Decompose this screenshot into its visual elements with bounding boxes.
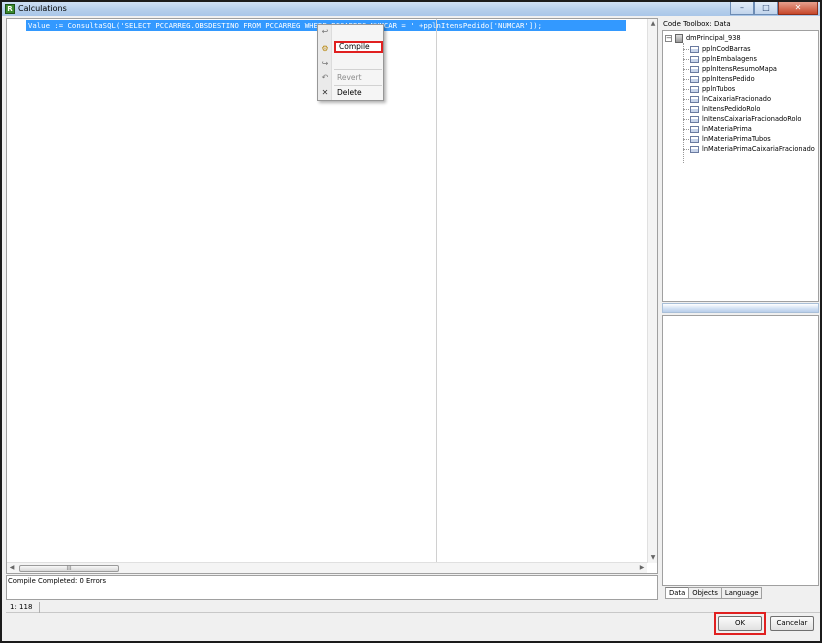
- table-icon: [690, 105, 699, 113]
- close-button[interactable]: ✕: [778, 2, 818, 15]
- cursor-position: 1: 118: [10, 602, 40, 613]
- tab-language[interactable]: Language: [720, 587, 763, 599]
- window-title: Calculations: [18, 4, 67, 13]
- menu-item-revert-label: Revert: [337, 73, 362, 82]
- undo-icon: ↩: [321, 27, 329, 36]
- tab-objects[interactable]: Objects: [688, 587, 722, 599]
- toolbox-tabs: Data Objects Language: [665, 587, 763, 599]
- table-icon: [690, 65, 699, 73]
- scroll-up-arrow-icon[interactable]: ▲: [649, 20, 657, 28]
- tree-item[interactable]: lnMateriaPrimaTubos: [683, 134, 771, 144]
- table-icon: [690, 135, 699, 143]
- tree-item[interactable]: lnMateriaPrimaCaixariaFracionado: [683, 144, 815, 154]
- status-bar: 1: 118: [6, 602, 820, 613]
- menu-separator: [334, 69, 382, 70]
- right-margin-line: [436, 19, 437, 563]
- toolbox-splitter[interactable]: [662, 303, 819, 313]
- cancel-button[interactable]: Cancelar: [770, 616, 814, 631]
- datamodule-icon: [675, 33, 683, 43]
- scroll-left-arrow-icon[interactable]: ◀: [8, 564, 16, 572]
- menu-separator: [334, 85, 382, 86]
- ok-button[interactable]: OK: [718, 616, 762, 631]
- table-icon: [690, 95, 699, 103]
- table-icon: [690, 45, 699, 53]
- title-bar: R Calculations – □ ✕: [2, 2, 820, 16]
- compile-message: Compile Completed: 0 Errors: [8, 577, 107, 585]
- menu-item-compile-label: Compile: [339, 42, 370, 51]
- tree-root-label: dmPrincipal_938: [686, 34, 741, 42]
- collapse-icon[interactable]: −: [665, 34, 672, 42]
- menu-item-delete-label: Delete: [337, 88, 362, 97]
- menu-item-delete[interactable]: ✕ Delete: [318, 87, 383, 99]
- table-icon: [690, 55, 699, 63]
- code-toolbox: Code Toolbox: Data − dmPrincipal_938 ppl…: [661, 18, 820, 600]
- code-editor[interactable]: Value := ConsultaSQL('SELECT PCCARREG.OB…: [6, 18, 658, 574]
- editor-vertical-scrollbar[interactable]: ▲ ▼: [647, 19, 657, 563]
- redo-icon: ↪: [321, 59, 329, 68]
- tree-item[interactable]: lnCaixariaFracionado: [683, 94, 771, 104]
- app-icon: R: [5, 4, 15, 14]
- minimize-button[interactable]: –: [730, 2, 754, 15]
- table-icon: [690, 115, 699, 123]
- tab-data[interactable]: Data: [665, 587, 690, 599]
- scroll-down-arrow-icon[interactable]: ▼: [649, 554, 657, 562]
- tree-item[interactable]: lnItensCaixariaFracionadoRolo: [683, 114, 801, 124]
- context-menu: ↩ Compile ⚙ ↪ ↶ Revert ✕ Delete: [317, 24, 384, 101]
- revert-icon: ↶: [321, 73, 329, 82]
- editor-horizontal-scrollbar[interactable]: ◀ III ▶: [7, 562, 647, 573]
- maximize-button[interactable]: □: [754, 2, 778, 15]
- scroll-right-arrow-icon[interactable]: ▶: [638, 564, 646, 572]
- tree-item[interactable]: pplnItensPedido: [683, 74, 755, 84]
- tree-item[interactable]: pplnItensResumoMapa: [683, 64, 777, 74]
- compile-output-pane: Compile Completed: 0 Errors: [6, 575, 658, 600]
- table-icon: [690, 145, 699, 153]
- delete-icon: ✕: [321, 88, 329, 97]
- menu-item-compile[interactable]: Compile: [334, 41, 383, 53]
- toolbox-properties-pane[interactable]: [662, 315, 819, 586]
- tree-item[interactable]: lnItensPedidoRolo: [683, 104, 760, 114]
- calculations-window: R Calculations – □ ✕ Value := ConsultaSQ…: [0, 0, 822, 643]
- toolbox-title: Code Toolbox: Data: [663, 20, 731, 28]
- table-icon: [690, 75, 699, 83]
- data-tree[interactable]: − dmPrincipal_938 pplnCodBarras pplnEmba…: [662, 30, 819, 302]
- horizontal-scroll-thumb[interactable]: III: [19, 565, 119, 572]
- tree-item[interactable]: lnMateriaPrima: [683, 124, 752, 134]
- table-icon: [690, 85, 699, 93]
- tree-item[interactable]: pplnEmbalagens: [683, 54, 757, 64]
- tree-item[interactable]: pplnTubos: [683, 84, 735, 94]
- menu-item-revert[interactable]: ↶ Revert: [318, 72, 383, 84]
- editor-gutter: [7, 19, 25, 563]
- compile-icon: ⚙: [321, 44, 329, 53]
- tree-item[interactable]: pplnCodBarras: [683, 44, 751, 54]
- tree-root-node[interactable]: − dmPrincipal_938: [665, 33, 741, 43]
- window-controls: – □ ✕: [730, 2, 818, 15]
- table-icon: [690, 125, 699, 133]
